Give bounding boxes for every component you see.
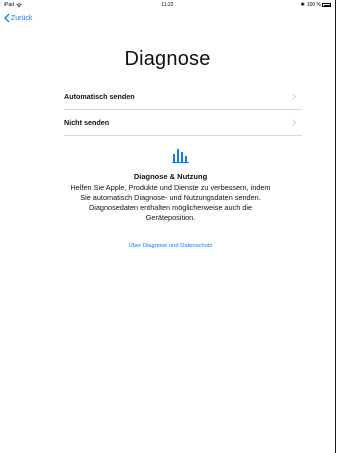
chevron-right-icon [292,93,296,100]
status-right: ✱ 100 % [301,2,331,8]
chevron-right-icon [292,119,296,126]
setup-screen: iPad 11:22 ✱ 100 % Zurück Diagnose Autom… [0,0,341,453]
privacy-link[interactable]: Über Diagnose und Datenschutz [0,243,341,249]
section-heading: Diagnose & Nutzung [133,172,208,181]
battery-icon [322,3,331,7]
option-label: Automatisch senden [64,92,135,101]
section-body: Helfen Sie Apple, Produkte und Dienste z… [70,183,271,222]
status-bar: iPad 11:22 ✱ 100 % [0,0,335,10]
option-list: Automatisch senden Nicht senden [64,84,302,136]
divider [64,135,302,136]
battery-percent: 100 % [306,2,321,8]
back-label: Zurück [11,14,33,22]
back-button[interactable]: Zurück [4,13,32,23]
chevron-left-icon [4,13,10,23]
option-send-automatically[interactable]: Automatisch senden [64,84,302,109]
bar-chart-icon [172,149,189,163]
bluetooth-icon: ✱ [300,2,305,8]
status-time: 11:22 [161,2,174,8]
frame-edge [335,0,336,453]
page-title: Diagnose [124,48,211,70]
option-label: Nicht senden [64,118,110,127]
option-dont-send[interactable]: Nicht senden [64,110,302,135]
